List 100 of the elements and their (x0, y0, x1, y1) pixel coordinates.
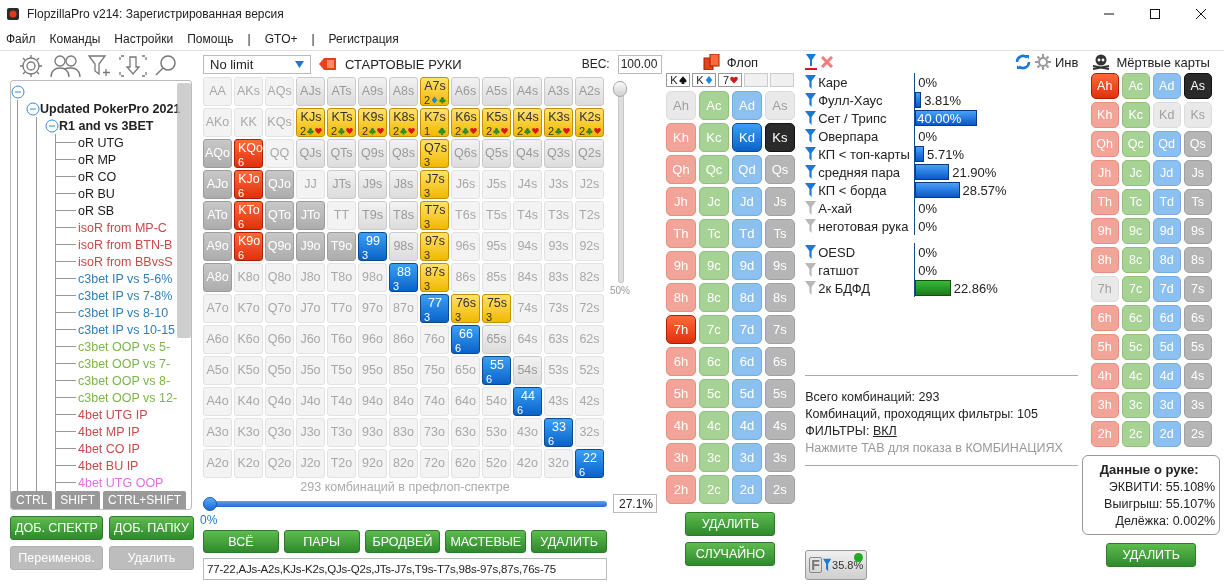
hand-cell[interactable]: Q7o (265, 294, 294, 323)
card-button[interactable]: 7h (665, 315, 696, 344)
hand-cell[interactable]: A2s (575, 77, 604, 106)
delete-button[interactable]: УДАЛИТЬ (1106, 543, 1197, 567)
menu-item[interactable]: | (311, 32, 315, 46)
hand-cell[interactable]: Q3o (265, 418, 294, 447)
range-item[interactable]: isoR from MP-C (78, 220, 167, 235)
board-card[interactable]: K (666, 73, 691, 87)
card-button[interactable]: Ks (764, 123, 795, 152)
hand-cell[interactable]: K8o (234, 263, 263, 292)
hand-cell[interactable]: K7o (234, 294, 263, 323)
hand-cell[interactable]: 75o (420, 356, 449, 385)
hand-cell[interactable]: 54o (482, 387, 511, 416)
card-button[interactable]: 4s (764, 411, 795, 440)
card-button[interactable]: Kc (698, 123, 729, 152)
hand-cell[interactable]: A9s (358, 77, 387, 106)
card-button[interactable]: Qh (665, 155, 696, 184)
hand-cell[interactable]: TT (327, 201, 356, 230)
filter-toggle-button[interactable]: F 35.8% (805, 550, 868, 580)
card-button[interactable]: 2c (698, 475, 729, 504)
range-item[interactable]: c3bet IP vs 8-10 (78, 305, 169, 320)
card-button[interactable]: Tc (698, 219, 729, 248)
hand-cell[interactable]: 63s (544, 325, 573, 354)
hand-cell[interactable]: T2o (327, 449, 356, 478)
hand-cell[interactable]: 72s (575, 294, 604, 323)
hand-cell[interactable]: K5s 2 (482, 108, 511, 137)
menu-item[interactable]: GTO+ (264, 32, 298, 46)
users-icon[interactable] (50, 54, 82, 78)
settings-icon[interactable] (1035, 54, 1051, 70)
card-button[interactable]: 6d (731, 347, 762, 376)
hand-cell[interactable]: K7s 1 (420, 108, 449, 137)
hand-cell[interactable]: 53o (482, 418, 511, 447)
hand-cell[interactable]: 42s (575, 387, 604, 416)
card-button[interactable]: 3c (1121, 392, 1150, 418)
card-button[interactable]: 2s (764, 475, 795, 504)
card-button[interactable]: 6s (1183, 305, 1212, 331)
hand-cell[interactable]: T4s (513, 201, 542, 230)
card-button[interactable]: 6c (698, 347, 729, 376)
card-button[interactable]: 8d (731, 283, 762, 312)
card-button[interactable]: 8h (1090, 247, 1119, 273)
card-button[interactable]: 9c (1121, 218, 1150, 244)
hand-cell[interactable]: 62s (575, 325, 604, 354)
menu-item[interactable]: Помощь (187, 32, 234, 46)
card-button[interactable]: Kh (665, 123, 696, 152)
hand-cell[interactable]: J4o (296, 387, 325, 416)
hand-cell[interactable]: T9o (327, 232, 356, 261)
card-button[interactable]: 4h (1090, 363, 1119, 389)
card-button[interactable]: Qd (731, 155, 762, 184)
hand-cell[interactable]: A5o (203, 356, 232, 385)
card-button[interactable]: 6c (1121, 305, 1150, 331)
card-button[interactable]: 5c (1121, 334, 1150, 360)
hand-cell[interactable]: J6s (451, 170, 480, 199)
hand-cell[interactable]: 66 6 (451, 325, 480, 354)
hand-cell[interactable]: J8o (296, 263, 325, 292)
card-button[interactable]: 5s (1183, 334, 1212, 360)
card-button[interactable]: 6s (764, 347, 795, 376)
range-button[interactable]: ДОБ. ПАПКУ (108, 516, 194, 540)
hand-cell[interactable]: QJs (296, 139, 325, 168)
flop-button[interactable]: УДАЛИТЬ (685, 512, 776, 536)
hand-cell[interactable]: A7o (203, 294, 232, 323)
hand-cell[interactable]: T6o (327, 325, 356, 354)
card-button[interactable]: 3d (731, 443, 762, 472)
hand-cell[interactable]: T4o (327, 387, 356, 416)
hand-cell[interactable]: K2o (234, 449, 263, 478)
hand-cell[interactable]: 64o (451, 387, 480, 416)
board-card[interactable]: 7 (718, 73, 743, 87)
hand-cell[interactable]: A4o (203, 387, 232, 416)
hand-cell[interactable]: K8s 2 (389, 108, 418, 137)
hand-cell[interactable]: 85o (389, 356, 418, 385)
card-button[interactable]: Ts (1183, 189, 1212, 215)
filter-icon[interactable] (805, 129, 817, 143)
flop-button[interactable]: СЛУЧАЙНО (685, 542, 776, 566)
range-item[interactable]: oR SB (78, 203, 115, 218)
card-button[interactable]: Qh (1090, 131, 1119, 157)
hand-cell[interactable]: 92o (358, 449, 387, 478)
hand-cell[interactable]: K4s 2 (513, 108, 542, 137)
hand-cell[interactable]: AKs (234, 77, 263, 106)
select-button[interactable]: БРОДВЕЙ (364, 530, 441, 553)
card-button[interactable]: Kh (1090, 102, 1119, 128)
select-button[interactable]: УДАЛИТЬ (531, 530, 607, 553)
hand-cell[interactable]: A5s (482, 77, 511, 106)
filter-icon[interactable] (805, 111, 817, 125)
hand-cell[interactable]: AQs (265, 77, 294, 106)
hand-cell[interactable]: 54s (513, 356, 542, 385)
card-button[interactable]: 9d (1152, 218, 1181, 244)
card-button[interactable]: 8s (1183, 247, 1212, 273)
collapse-icon[interactable] (26, 101, 40, 116)
card-button[interactable]: Jc (698, 187, 729, 216)
card-button[interactable]: 4d (1152, 363, 1181, 389)
hand-cell[interactable]: A7s 2 (420, 77, 449, 106)
collapse-icon[interactable] (11, 84, 25, 99)
hand-cell[interactable]: 76o (420, 325, 449, 354)
hand-cell[interactable]: 83o (389, 418, 418, 447)
filter-icon[interactable] (805, 54, 818, 70)
card-button[interactable]: 6h (665, 347, 696, 376)
card-button[interactable]: 9d (731, 251, 762, 280)
collapse-icon[interactable] (45, 118, 59, 133)
card-button[interactable]: 9s (1183, 218, 1212, 244)
hand-cell[interactable]: 98s (389, 232, 418, 261)
card-button[interactable]: 3s (1183, 392, 1212, 418)
